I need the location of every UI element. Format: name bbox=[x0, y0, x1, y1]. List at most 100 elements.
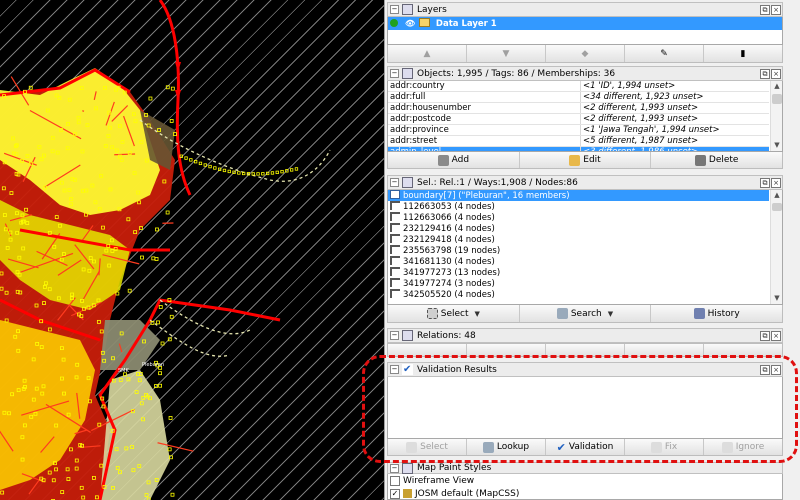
show-hide-button[interactable]: ✎ bbox=[625, 45, 704, 62]
validation-select-button[interactable]: Select bbox=[388, 439, 467, 455]
tag-key: addr:housenumber bbox=[390, 103, 472, 113]
relation-delete-button[interactable] bbox=[625, 344, 704, 356]
node-vertex bbox=[294, 167, 299, 171]
close-icon[interactable]: × bbox=[771, 4, 781, 15]
relations-toolbar bbox=[387, 343, 783, 357]
scroll-up-icon[interactable]: ▲ bbox=[771, 190, 782, 201]
node-vertex bbox=[169, 455, 173, 460]
tag-value: <1 'Jawa Tengah', 1,994 unset> bbox=[580, 125, 720, 135]
scroll-down-icon[interactable]: ▼ bbox=[771, 140, 782, 151]
tag-row[interactable]: addr:country <1 'ID', 1,994 unset> bbox=[388, 81, 769, 92]
node-vertex bbox=[208, 164, 212, 169]
merge-layer-button[interactable]: ◆ bbox=[546, 45, 625, 62]
select-icon bbox=[406, 441, 418, 453]
scroll-down-icon[interactable]: ▼ bbox=[771, 293, 782, 304]
mappaint-icon bbox=[402, 462, 413, 474]
selection-item[interactable]: 341977274 (3 nodes) bbox=[388, 278, 769, 289]
fix-button[interactable]: Fix bbox=[625, 439, 704, 455]
selection-item[interactable]: 112663066 (4 nodes) bbox=[388, 212, 769, 223]
validation-results-list[interactable] bbox=[387, 377, 783, 439]
close-icon[interactable]: × bbox=[771, 330, 781, 341]
search-icon bbox=[556, 308, 568, 319]
detach-icon[interactable]: ⧉ bbox=[760, 364, 770, 375]
delete-tag-button[interactable]: Delete bbox=[651, 152, 783, 168]
close-icon[interactable]: × bbox=[771, 177, 781, 188]
map-buildings bbox=[0, 68, 175, 500]
edit-tag-button[interactable]: Edit bbox=[519, 152, 652, 168]
relation-new-button[interactable] bbox=[388, 344, 467, 356]
tag-row[interactable]: addr:full <34 different, 1,923 unset> bbox=[388, 92, 769, 103]
tag-key: addr:street bbox=[390, 136, 438, 146]
move-up-button[interactable]: ▲ bbox=[388, 45, 467, 62]
move-down-button[interactable]: ▼ bbox=[467, 45, 546, 62]
style-label: Wireframe View bbox=[403, 475, 475, 486]
lookup-button[interactable]: Lookup bbox=[467, 439, 546, 455]
map-canvas[interactable]: SMK Pleburan bbox=[0, 0, 384, 500]
way-icon bbox=[390, 245, 400, 254]
history-button[interactable]: History bbox=[651, 305, 783, 322]
scroll-up-icon[interactable]: ▲ bbox=[771, 81, 782, 92]
selection-item[interactable]: 232129418 (4 nodes) bbox=[388, 234, 769, 245]
detach-icon[interactable]: ⧉ bbox=[760, 68, 770, 79]
dropdown-arrow-icon[interactable]: ▼ bbox=[475, 310, 480, 318]
validation-button[interactable]: ✔ Validation bbox=[546, 439, 625, 455]
selection-item[interactable]: 112663053 (4 nodes) bbox=[388, 201, 769, 212]
selection-item-label: 341977273 (13 nodes) bbox=[403, 268, 501, 278]
dropdown-arrow-icon[interactable]: ▼ bbox=[608, 310, 613, 318]
detach-icon[interactable]: ⧉ bbox=[760, 330, 770, 341]
way-icon bbox=[390, 201, 400, 210]
active-check-icon[interactable] bbox=[390, 19, 398, 27]
detach-icon[interactable]: ⧉ bbox=[760, 4, 770, 15]
tag-row[interactable]: addr:street <5 different, 1,987 unset> bbox=[388, 136, 769, 147]
selection-item[interactable]: boundary[7] ("Pleburan", 16 members) bbox=[388, 190, 769, 201]
close-icon[interactable]: × bbox=[771, 68, 781, 79]
relation-duplicate-button[interactable] bbox=[546, 344, 625, 356]
validation-panel: − ✔ Validation Results ⧉ × Select Lookup… bbox=[387, 362, 783, 456]
node-vertex bbox=[213, 166, 217, 170]
selection-item[interactable]: 235563798 (19 nodes) bbox=[388, 245, 769, 256]
layers-icon bbox=[402, 4, 413, 15]
relation-select-button[interactable] bbox=[704, 344, 782, 356]
scroll-thumb[interactable] bbox=[772, 94, 782, 104]
delete-layer-button[interactable]: ▮ bbox=[704, 45, 782, 62]
tags-scrollbar[interactable]: ▲ ▼ bbox=[770, 81, 782, 151]
tag-row[interactable]: addr:province <1 'Jawa Tengah', 1,994 uns… bbox=[388, 125, 769, 136]
add-tag-button[interactable]: Add bbox=[388, 152, 520, 168]
close-icon[interactable]: × bbox=[771, 364, 781, 375]
tags-title-bar: − Objects: 1,995 / Tags: 86 / Membership… bbox=[387, 66, 783, 81]
tag-row[interactable]: addr:housenumber <2 different, 1,993 unse… bbox=[388, 103, 769, 114]
scroll-thumb[interactable] bbox=[772, 203, 782, 211]
node-vertex bbox=[165, 210, 170, 215]
ignore-button[interactable]: Ignore bbox=[704, 439, 782, 455]
node-vertex bbox=[179, 154, 183, 158]
collapse-toggle[interactable]: − bbox=[390, 463, 399, 473]
layer-item[interactable]: 👁 Data Layer 1 bbox=[388, 17, 782, 30]
select-label: Select bbox=[440, 308, 469, 319]
style-checkbox[interactable] bbox=[390, 475, 400, 486]
detach-icon[interactable]: ⧉ bbox=[760, 177, 770, 188]
collapse-toggle[interactable]: − bbox=[390, 178, 399, 187]
node-vertex bbox=[198, 161, 203, 166]
collapse-toggle[interactable]: − bbox=[390, 331, 399, 340]
tag-value: <3 different, 1,986 unset> bbox=[580, 147, 698, 151]
selection-item[interactable]: 341681130 (4 nodes) bbox=[388, 256, 769, 267]
map-view[interactable]: SMK Pleburan bbox=[0, 0, 384, 500]
node-vertex bbox=[270, 171, 275, 175]
selection-item[interactable]: 232129416 (4 nodes) bbox=[388, 223, 769, 234]
relation-edit-button[interactable] bbox=[467, 344, 546, 356]
selection-toolbar: Select ▼ Search ▼ History bbox=[387, 305, 783, 323]
style-checkbox[interactable]: ✓ bbox=[390, 488, 400, 499]
search-button[interactable]: Search ▼ bbox=[519, 305, 652, 322]
collapse-toggle[interactable]: − bbox=[390, 69, 399, 78]
collapse-toggle[interactable]: − bbox=[390, 5, 399, 14]
select-button[interactable]: Select ▼ bbox=[388, 305, 520, 322]
tag-row[interactable]: admin_level <3 different, 1,986 unset> bbox=[388, 147, 769, 151]
selection-scrollbar[interactable]: ▲ ▼ bbox=[770, 190, 782, 304]
tag-row[interactable]: addr:postcode <2 different, 1,993 unset> bbox=[388, 114, 769, 125]
selection-item[interactable]: 342505520 (4 nodes) bbox=[388, 289, 769, 300]
style-item[interactable]: ✓ JOSM default (MapCSS) bbox=[388, 487, 782, 499]
selection-item[interactable]: 341977273 (13 nodes) bbox=[388, 267, 769, 278]
visibility-eye-icon[interactable]: 👁 bbox=[405, 17, 415, 30]
collapse-toggle[interactable]: − bbox=[390, 365, 399, 374]
style-item[interactable]: Wireframe View bbox=[388, 474, 782, 487]
